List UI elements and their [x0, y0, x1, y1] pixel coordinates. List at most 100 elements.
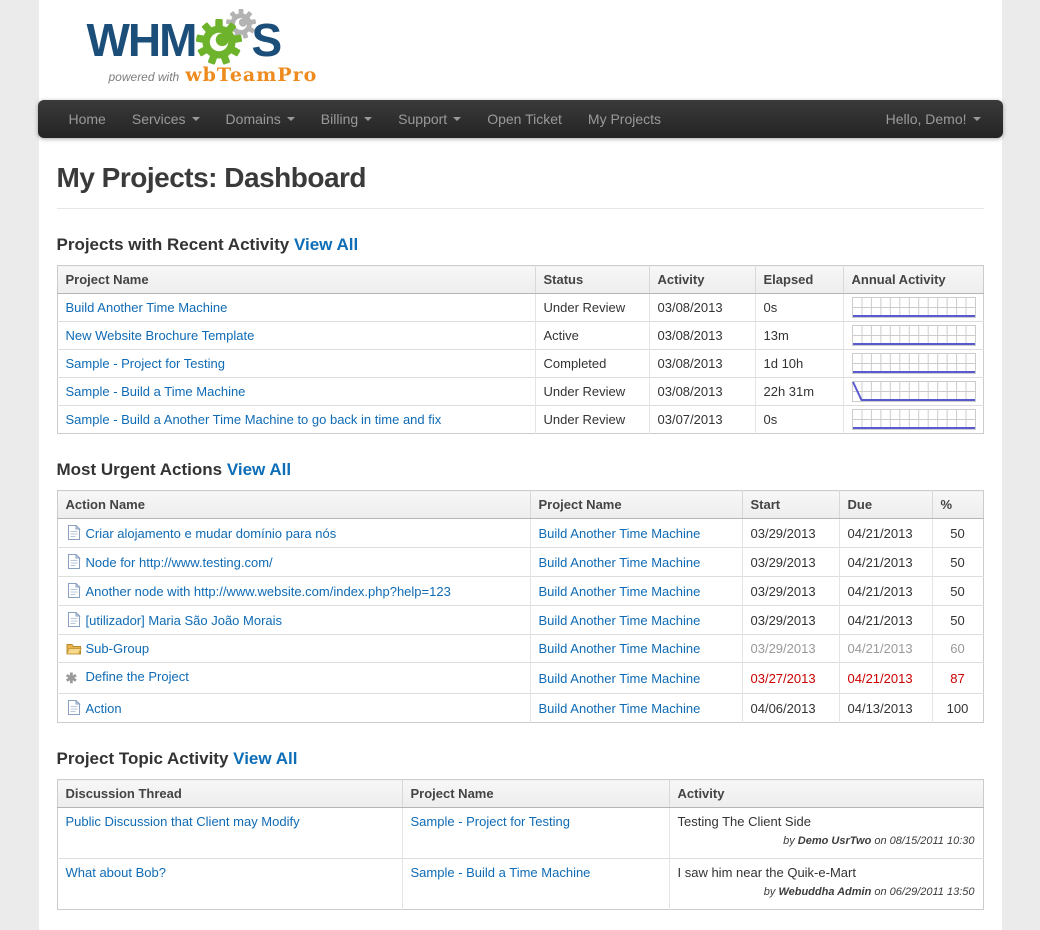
percent-cell: 100: [932, 694, 983, 723]
nav-item-label: Billing: [321, 111, 358, 127]
project-link[interactable]: Build Another Time Machine: [539, 671, 701, 686]
elapsed-cell: 22h 31m: [755, 378, 843, 406]
user-greeting: Hello, Demo!: [886, 111, 967, 127]
project-name-cell: Sample - Project for Testing: [57, 350, 535, 378]
annual-activity-cell: [843, 378, 983, 406]
nav-item-billing[interactable]: Billing: [308, 100, 385, 138]
urgent-action-row: Sub-GroupBuild Another Time Machine03/29…: [57, 635, 983, 663]
author-name: Webuddha Admin: [778, 886, 871, 898]
topic-row: What about Bob? Sample - Build a Time Mac…: [57, 859, 983, 910]
status-cell: Active: [535, 322, 649, 350]
project-name-cell: Build Another Time Machine: [530, 635, 742, 663]
project-link[interactable]: Sample - Project for Testing: [411, 814, 570, 829]
activity-byline: by Webuddha Admin on 06/29/2011 13:50: [678, 886, 975, 898]
action-link[interactable]: Another node with http://www.website.com…: [86, 584, 451, 599]
start-date-cell: 03/29/2013: [742, 606, 839, 635]
elapsed-cell: 0s: [755, 294, 843, 322]
project-link[interactable]: Build Another Time Machine: [539, 526, 701, 541]
project-link[interactable]: Build Another Time Machine: [539, 701, 701, 716]
thread-link[interactable]: What about Bob?: [66, 865, 166, 880]
topic-activity-view-all-link[interactable]: View All: [233, 749, 297, 768]
status-cell: Under Review: [535, 294, 649, 322]
action-name-cell: Criar alojamento e mudar domínio para nó…: [57, 519, 530, 548]
project-link[interactable]: Sample - Build a Another Time Machine to…: [66, 412, 442, 427]
column-header-activity: Activity: [649, 266, 755, 294]
start-date-cell: 03/29/2013: [742, 519, 839, 548]
project-name-cell: Build Another Time Machine: [530, 663, 742, 694]
annual-activity-sparkline: [852, 297, 976, 318]
action-name-cell: Sub-Group: [57, 635, 530, 663]
topic-activity-table: Discussion ThreadProject NameActivity Pu…: [57, 779, 984, 910]
nav-item-services[interactable]: Services: [119, 100, 213, 138]
action-name-cell: Action: [57, 694, 530, 723]
action-link[interactable]: Action: [86, 701, 122, 716]
project-link[interactable]: New Website Brochure Template: [66, 328, 255, 343]
urgent-action-row: Criar alojamento e mudar domínio para nó…: [57, 519, 983, 548]
activity-date-cell: 03/08/2013: [649, 378, 755, 406]
project-link[interactable]: Sample - Build a Time Machine: [66, 384, 246, 399]
due-date-cell: 04/21/2013: [839, 606, 932, 635]
action-link[interactable]: Criar alojamento e mudar domínio para nó…: [86, 526, 337, 541]
user-menu[interactable]: Hello, Demo!: [886, 111, 985, 127]
project-name-cell: Build Another Time Machine: [530, 577, 742, 606]
thread-link[interactable]: Public Discussion that Client may Modify: [66, 814, 300, 829]
nav-item-label: My Projects: [588, 111, 661, 127]
action-link[interactable]: Node for http://www.testing.com/: [86, 555, 273, 570]
nav-item-my-projects[interactable]: My Projects: [575, 100, 674, 138]
project-link[interactable]: Sample - Project for Testing: [66, 356, 225, 371]
project-link[interactable]: Build Another Time Machine: [539, 584, 701, 599]
author-name: Demo UsrTwo: [798, 835, 872, 847]
recent-project-row: Sample - Project for TestingCompleted03/…: [57, 350, 983, 378]
annual-activity-cell: [843, 294, 983, 322]
nav-item-domains[interactable]: Domains: [213, 100, 308, 138]
table-header-row: Action NameProject NameStartDue%: [57, 491, 983, 519]
start-date-cell: 04/06/2013: [742, 694, 839, 723]
project-name-cell: Build Another Time Machine: [57, 294, 535, 322]
activity-byline: by Demo UsrTwo on 08/15/2011 10:30: [678, 835, 975, 847]
nav-item-open-ticket[interactable]: Open Ticket: [474, 100, 575, 138]
project-name-cell: Build Another Time Machine: [530, 548, 742, 577]
gear-green-icon: [196, 19, 242, 65]
logo-tagline: powered withwbTeamPro: [87, 64, 318, 86]
project-link[interactable]: Build Another Time Machine: [66, 300, 228, 315]
powered-with-label: powered with: [109, 70, 180, 84]
logo-text-whm: WHM: [87, 17, 196, 63]
content-container: WHM S powered withwbTeamPro HomeServices…: [39, 0, 1002, 930]
project-link[interactable]: Sample - Build a Time Machine: [411, 865, 591, 880]
chevron-down-icon: [287, 117, 295, 121]
urgent-actions-view-all-link[interactable]: View All: [227, 460, 291, 479]
percent-cell: 50: [932, 519, 983, 548]
recent-project-row: New Website Brochure TemplateActive03/08…: [57, 322, 983, 350]
urgent-action-row: ✱ Define the Project Build Another Time Ma…: [57, 663, 983, 694]
column-header-elapsed: Elapsed: [755, 266, 843, 294]
project-link[interactable]: Build Another Time Machine: [539, 555, 701, 570]
urgent-actions-title: Most Urgent Actions: [57, 460, 223, 479]
activity-cell: Testing The Client Sideby Demo UsrTwo on…: [669, 808, 983, 859]
annual-activity-sparkline: [852, 325, 976, 346]
nav-item-home[interactable]: Home: [56, 100, 119, 138]
nav-items: HomeServicesDomains Billing SupportOpen Ti…: [56, 100, 675, 138]
nav-item-support[interactable]: Support: [385, 100, 474, 138]
project-name-cell: New Website Brochure Template: [57, 322, 535, 350]
document-icon: [66, 700, 82, 715]
project-name-cell: Build Another Time Machine: [530, 606, 742, 635]
project-name-cell: Build Another Time Machine: [530, 519, 742, 548]
column-header-discussion-thread: Discussion Thread: [57, 780, 402, 808]
project-link[interactable]: Build Another Time Machine: [539, 641, 701, 656]
recent-activity-view-all-link[interactable]: View All: [294, 235, 358, 254]
action-link[interactable]: Sub-Group: [86, 641, 150, 656]
action-link[interactable]: Define the Project: [86, 669, 189, 684]
asterisk-icon: ✱: [66, 670, 82, 687]
activity-date-cell: 03/08/2013: [649, 294, 755, 322]
document-icon: [66, 612, 82, 627]
topic-row: Public Discussion that Client may Modify…: [57, 808, 983, 859]
project-name-cell: Build Another Time Machine: [530, 694, 742, 723]
activity-date-cell: 03/07/2013: [649, 406, 755, 434]
urgent-action-row: [utilizador] Maria São João Morais Build …: [57, 606, 983, 635]
page-title: My Projects: Dashboard: [57, 162, 984, 209]
project-link[interactable]: Build Another Time Machine: [539, 613, 701, 628]
whmcs-logo[interactable]: WHM S powered withwbTeamPro: [87, 14, 318, 86]
action-link[interactable]: [utilizador] Maria São João Morais: [86, 613, 283, 628]
urgent-actions-table: Action NameProject NameStartDue% Criar a…: [57, 490, 984, 723]
table-header-row: Project NameStatusActivityElapsedAnnual …: [57, 266, 983, 294]
